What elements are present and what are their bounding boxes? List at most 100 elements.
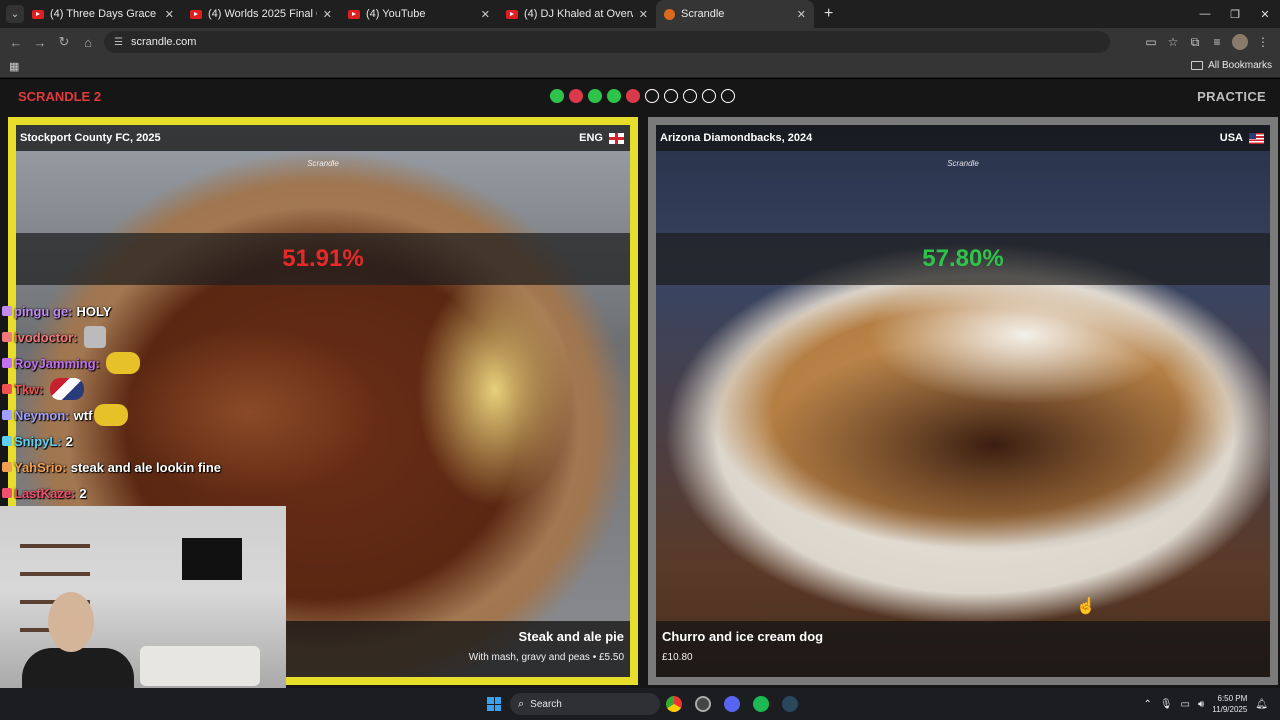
youtube-icon	[190, 9, 202, 19]
close-icon[interactable]: ✕	[797, 8, 806, 21]
chat-username[interactable]: pingu ge:	[14, 304, 73, 319]
site-info-icon[interactable]: ☰	[114, 37, 123, 48]
home-icon[interactable]: ⌂	[76, 35, 100, 50]
reload-icon[interactable]: ↻	[52, 34, 76, 50]
steam-overlay-icon[interactable]	[695, 696, 711, 712]
tab-title: Scrandle	[681, 8, 725, 20]
tab-title: (4) Three Days Grace - I Hate Everything	[50, 8, 159, 20]
search-placeholder: Search	[530, 698, 562, 710]
apps-grid-icon[interactable]: ▦	[9, 60, 19, 73]
dish-details: With mash, gravy and peas • £5.50	[468, 652, 624, 663]
emote-icon	[94, 404, 129, 426]
round-dot-3	[588, 89, 602, 103]
chat-message: SnipyL: 2	[0, 428, 290, 454]
chat-username[interactable]: RoyJamming:	[14, 356, 100, 371]
bookmarks-bar: ▦ All Bookmarks	[0, 56, 1280, 78]
round-dot-5	[626, 89, 640, 103]
youtube-icon	[348, 9, 360, 19]
time: 6:50 PM	[1217, 694, 1248, 703]
round-dot-1	[550, 89, 564, 103]
chat-text: HOLY	[76, 303, 112, 319]
chat-username[interactable]: Tkw:	[14, 382, 44, 397]
network-icon[interactable]: ▭	[1181, 699, 1190, 710]
chat-badge-icon	[2, 462, 12, 472]
chat-text: wtf	[73, 407, 93, 423]
tab-youtube[interactable]: (4) YouTube ✕	[340, 0, 498, 28]
all-bookmarks-label: All Bookmarks	[1208, 60, 1272, 71]
chat-message: Tkw:	[0, 376, 290, 402]
chat-username[interactable]: YahSrio:	[14, 460, 67, 475]
round-dot-10	[721, 89, 735, 103]
extensions-icon[interactable]: ⧉	[1184, 35, 1206, 50]
emote-icon	[105, 352, 140, 374]
round-progress	[550, 89, 735, 103]
new-tab-icon[interactable]: +	[824, 5, 833, 23]
chrome-icon[interactable]	[666, 696, 682, 712]
forward-icon[interactable]: →	[28, 35, 52, 50]
steam-icon[interactable]	[782, 696, 798, 712]
round-dot-9	[702, 89, 716, 103]
profile-avatar[interactable]	[1232, 34, 1248, 50]
tab-worlds-2025[interactable]: (4) Worlds 2025 Final Opening ✕	[182, 0, 340, 28]
emote-icon	[49, 378, 84, 400]
round-dot-8	[683, 89, 697, 103]
spotify-icon[interactable]	[753, 696, 769, 712]
restore-icon[interactable]: ❐	[1220, 8, 1250, 21]
date: 11/9/2025	[1212, 705, 1248, 714]
emote-icon	[83, 326, 106, 348]
toolbar-actions: ▭ ☆ ⧉ ≡ ⋮	[1140, 28, 1274, 56]
discord-icon[interactable]	[724, 696, 740, 712]
close-icon[interactable]: ✕	[165, 8, 174, 21]
chat-username[interactable]: SnipyL:	[14, 434, 62, 449]
tab-title: (4) DJ Khaled at Overwatch League	[524, 8, 633, 20]
mode-label: PRACTICE	[1197, 89, 1266, 104]
chat-badge-icon	[2, 436, 12, 446]
tab-three-days-grace[interactable]: (4) Three Days Grace - I Hate Everything…	[24, 0, 182, 28]
streamer-head	[48, 592, 94, 652]
windows-taskbar: ⌕ Search ⌃ 🎙︎ ▭ 🔊︎ 6:50 PM 11/9/2025 🔔︎	[0, 688, 1280, 720]
close-icon[interactable]: ✕	[481, 8, 490, 21]
volume-icon[interactable]: 🔊︎	[1198, 699, 1204, 710]
back-icon[interactable]: ←	[4, 35, 28, 50]
menu-icon[interactable]: ⋮	[1252, 35, 1274, 49]
bookmark-star-icon[interactable]: ☆	[1162, 35, 1184, 49]
clock[interactable]: 6:50 PM 11/9/2025	[1212, 693, 1247, 715]
browser-tabstrip: ⌄ (4) Three Days Grace - I Hate Everythi…	[0, 0, 1280, 28]
taskbar-search[interactable]: ⌕ Search	[510, 693, 660, 715]
dish-name: Churro and ice cream dog	[662, 629, 824, 644]
chat-username[interactable]: LastKaze:	[14, 486, 75, 501]
minimize-icon[interactable]: —	[1190, 8, 1220, 20]
country: ENG	[579, 132, 624, 144]
tab-dj-khaled[interactable]: (4) DJ Khaled at Overwatch League ✕	[498, 0, 656, 28]
reading-list-icon[interactable]: ≡	[1206, 35, 1228, 49]
notification-icon[interactable]: 🔔︎	[1255, 699, 1268, 710]
window-close-icon[interactable]: ✕	[1250, 8, 1280, 21]
cast-icon[interactable]: ▭	[1140, 35, 1162, 49]
chat-badge-icon	[2, 410, 12, 420]
right-food-card[interactable]: Arizona Diamondbacks, 2024 USA Scrandle …	[648, 117, 1278, 685]
youtube-icon	[506, 9, 518, 19]
chat-message: LastKaze: 2	[0, 480, 290, 506]
watermark: Scrandle	[307, 159, 339, 168]
windows-start-icon[interactable]	[487, 697, 501, 711]
chat-badge-icon	[2, 358, 12, 368]
chat-text: 2	[65, 433, 73, 449]
tab-scrandle[interactable]: Scrandle ✕	[656, 0, 814, 28]
chat-username[interactable]: ivodoctor:	[14, 330, 78, 345]
close-icon[interactable]: ✕	[639, 8, 648, 21]
hand-cursor-icon: ☝	[1076, 598, 1096, 615]
folder-icon	[1191, 61, 1204, 70]
all-bookmarks-button[interactable]: All Bookmarks	[1191, 60, 1272, 71]
tab-search-button[interactable]: ⌄	[6, 5, 24, 23]
close-icon[interactable]: ✕	[323, 8, 332, 21]
chat-message: RoyJamming:	[0, 350, 290, 376]
stream-chat-overlay: pingu ge: HOLY ivodoctor: RoyJamming: Tkw: Ne…	[0, 298, 290, 506]
team-name: Stockport County FC, 2025	[20, 132, 161, 144]
address-bar[interactable]: ☰ scrandle.com	[104, 31, 1110, 53]
chat-username[interactable]: Neymon:	[14, 408, 70, 423]
microphone-icon[interactable]: 🎙︎	[1160, 699, 1173, 710]
chat-message: YahSrio: steak and ale lookin fine	[0, 454, 290, 480]
tray-chevron-icon[interactable]: ⌃	[1143, 699, 1151, 710]
tab-title: (4) Worlds 2025 Final Opening	[208, 8, 317, 20]
brand-logo[interactable]: SCRANDLE 2	[18, 89, 101, 104]
